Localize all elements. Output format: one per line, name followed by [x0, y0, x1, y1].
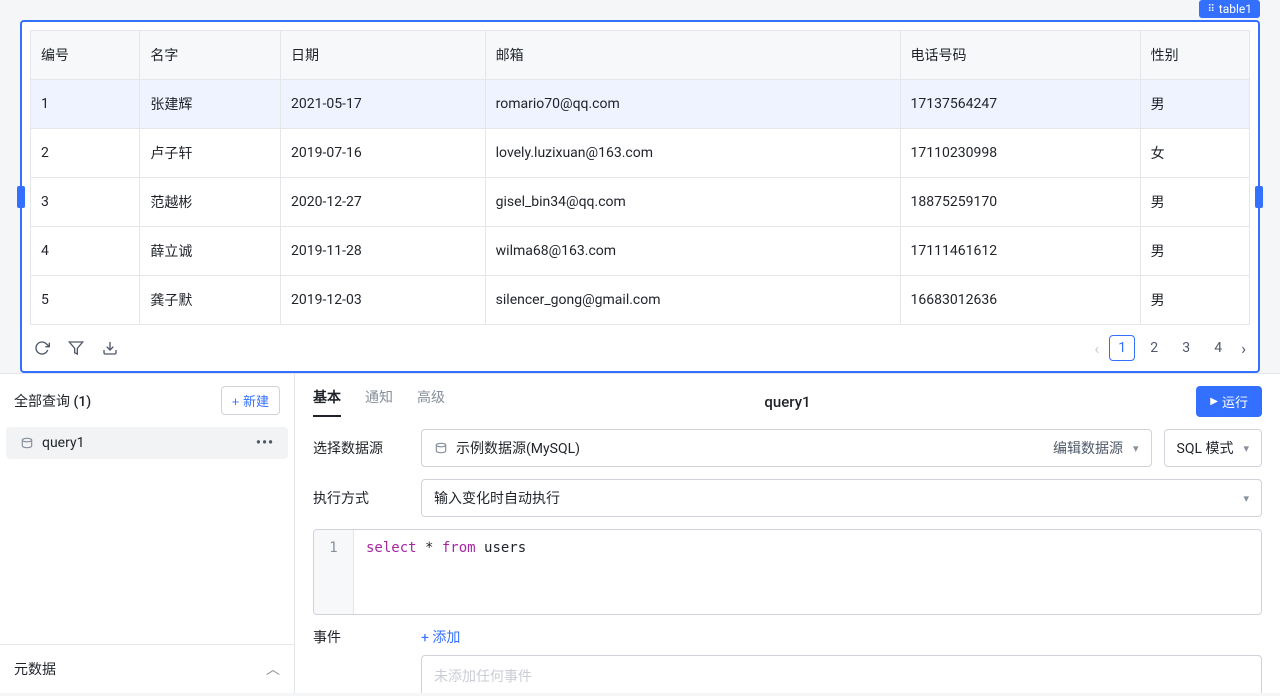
- table-cell: 薛立诚: [140, 227, 281, 276]
- column-header[interactable]: 日期: [281, 31, 486, 80]
- table-row[interactable]: 2卢子轩2019-07-16lovely.luzixuan@163.com171…: [31, 129, 1250, 178]
- download-icon[interactable]: [102, 340, 118, 356]
- table-cell: 3: [31, 178, 140, 227]
- page-prev-icon[interactable]: ‹: [1094, 339, 1099, 358]
- table-cell: silencer_gong@gmail.com: [485, 276, 900, 325]
- run-button[interactable]: 运行: [1196, 386, 1262, 417]
- add-event-button[interactable]: + 添加: [421, 627, 1262, 647]
- data-table: 编号名字日期邮箱电话号码性别 1张建辉2021-05-17romario70@q…: [30, 30, 1250, 325]
- query-icon: [20, 436, 34, 450]
- filter-icon[interactable]: [68, 340, 84, 356]
- query-name: query1: [42, 435, 84, 451]
- table-cell: 张建辉: [140, 80, 281, 129]
- table-cell: 男: [1140, 178, 1249, 227]
- page-button[interactable]: 1: [1109, 335, 1135, 361]
- table-cell: 2020-12-27: [281, 178, 486, 227]
- table-cell: 2019-07-16: [281, 129, 486, 178]
- page-button[interactable]: 3: [1173, 335, 1199, 361]
- chevron-down-icon: ▾: [1133, 442, 1139, 455]
- table-row[interactable]: 1张建辉2021-05-17romario70@qq.com1713756424…: [31, 80, 1250, 129]
- chevron-down-icon: ▾: [1243, 492, 1249, 505]
- resize-handle-left[interactable]: [17, 186, 25, 208]
- chevron-down-icon: ▾: [1243, 442, 1249, 455]
- resize-handle-right[interactable]: [1255, 186, 1263, 208]
- table-cell: 男: [1140, 80, 1249, 129]
- table-cell: 2019-11-28: [281, 227, 486, 276]
- table-cell: lovely.luzixuan@163.com: [485, 129, 900, 178]
- datasource-label: 选择数据源: [313, 438, 409, 458]
- table-component[interactable]: 编号名字日期邮箱电话号码性别 1张建辉2021-05-17romario70@q…: [20, 20, 1260, 373]
- table-cell: 2: [31, 129, 140, 178]
- database-icon: [434, 441, 448, 455]
- table-cell: 18875259170: [900, 178, 1140, 227]
- queries-title: 全部查询 (1): [14, 391, 91, 411]
- table-cell: 17110230998: [900, 129, 1140, 178]
- query-list-item[interactable]: query1 •••: [6, 427, 288, 459]
- table-cell: 17111461612: [900, 227, 1140, 276]
- refresh-icon[interactable]: [34, 340, 50, 356]
- datasource-select[interactable]: 示例数据源(MySQL) 编辑数据源 ▾: [421, 429, 1152, 467]
- table-cell: 女: [1140, 129, 1249, 178]
- column-header[interactable]: 电话号码: [900, 31, 1140, 80]
- column-header[interactable]: 名字: [140, 31, 281, 80]
- table-cell: 男: [1140, 227, 1249, 276]
- page-next-icon[interactable]: ›: [1241, 339, 1246, 358]
- sql-content: select * from users: [354, 530, 538, 614]
- table-cell: 17137564247: [900, 80, 1140, 129]
- metadata-toggle[interactable]: 元数据 ︿: [0, 644, 294, 693]
- page-button[interactable]: 4: [1205, 335, 1231, 361]
- table-cell: 范越彬: [140, 178, 281, 227]
- table-cell: 4: [31, 227, 140, 276]
- sql-mode-select[interactable]: SQL 模式 ▾: [1164, 429, 1263, 467]
- table-cell: gisel_bin34@qq.com: [485, 178, 900, 227]
- exec-mode-select[interactable]: 输入变化时自动执行 ▾: [421, 479, 1262, 517]
- table-cell: 5: [31, 276, 140, 325]
- table-cell: 龚子默: [140, 276, 281, 325]
- chevron-up-icon: ︿: [266, 659, 280, 679]
- events-label: 事件: [313, 627, 409, 647]
- tab-notify[interactable]: 通知: [365, 387, 393, 417]
- table-cell: 2019-12-03: [281, 276, 486, 325]
- exec-mode-label: 执行方式: [313, 488, 409, 508]
- table-row[interactable]: 3范越彬2020-12-27gisel_bin34@qq.com18875259…: [31, 178, 1250, 227]
- table-row[interactable]: 4薛立诚2019-11-28wilma68@163.com17111461612…: [31, 227, 1250, 276]
- table-cell: romario70@qq.com: [485, 80, 900, 129]
- query-menu-icon[interactable]: •••: [256, 435, 274, 451]
- events-empty-placeholder: 未添加任何事件: [421, 655, 1262, 693]
- table-cell: 2021-05-17: [281, 80, 486, 129]
- table-row[interactable]: 5龚子默2019-12-03silencer_gong@gmail.com166…: [31, 276, 1250, 325]
- table-cell: wilma68@163.com: [485, 227, 900, 276]
- pagination: ‹ 1234 ›: [1094, 335, 1246, 361]
- column-header[interactable]: 性别: [1140, 31, 1249, 80]
- table-cell: 卢子轩: [140, 129, 281, 178]
- column-header[interactable]: 编号: [31, 31, 140, 80]
- sql-editor[interactable]: 1 select * from users: [313, 529, 1262, 615]
- table-cell: 16683012636: [900, 276, 1140, 325]
- tab-advanced[interactable]: 高级: [417, 387, 445, 417]
- tab-basic[interactable]: 基本: [313, 387, 341, 417]
- table-cell: 1: [31, 80, 140, 129]
- new-query-button[interactable]: + 新建: [221, 386, 280, 415]
- table-cell: 男: [1140, 276, 1249, 325]
- column-header[interactable]: 邮箱: [485, 31, 900, 80]
- page-button[interactable]: 2: [1141, 335, 1167, 361]
- query-title: query1: [764, 393, 810, 411]
- component-badge[interactable]: table1: [1199, 0, 1260, 18]
- line-number: 1: [314, 530, 354, 614]
